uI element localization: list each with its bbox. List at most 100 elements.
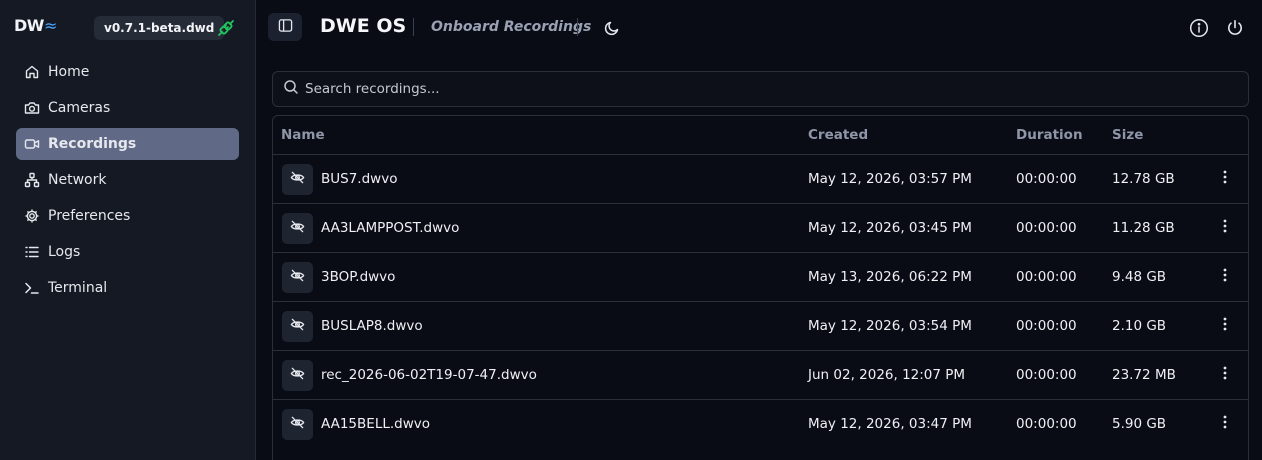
recording-size: 9.48 GB bbox=[1112, 269, 1167, 285]
recording-name: AA3LAMPPOST.dwvo bbox=[321, 220, 460, 236]
column-header-size[interactable]: Size bbox=[1112, 127, 1143, 143]
visibility-toggle-button[interactable] bbox=[282, 311, 313, 342]
visibility-toggle-button[interactable] bbox=[282, 360, 313, 391]
recording-name: rec_2026-06-02T19-07-47.dwvo bbox=[321, 367, 537, 383]
more-vertical-icon bbox=[1223, 366, 1227, 384]
more-vertical-icon bbox=[1223, 317, 1227, 335]
more-vertical-icon bbox=[1223, 170, 1227, 188]
sidebar-item-preferences[interactable]: Preferences bbox=[16, 200, 239, 232]
recording-name: 3BOP.dwvo bbox=[321, 269, 396, 285]
sidebar-item-label: Network bbox=[48, 172, 107, 188]
more-options-button[interactable] bbox=[1215, 267, 1235, 287]
recording-created: Jun 02, 2026, 12:07 PM bbox=[808, 367, 966, 383]
recording-size: 2.10 GB bbox=[1112, 318, 1167, 334]
top-header: DWE OS Onboard Recordings bbox=[256, 0, 1262, 56]
more-options-button[interactable] bbox=[1215, 169, 1235, 189]
recording-created: May 12, 2026, 03:45 PM bbox=[808, 220, 972, 236]
recording-duration: 00:00:00 bbox=[1016, 367, 1077, 383]
recording-created: May 12, 2026, 03:57 PM bbox=[808, 171, 972, 187]
page-subtitle: Onboard Recordings bbox=[431, 19, 592, 35]
eye-off-icon bbox=[290, 219, 305, 238]
more-options-button[interactable] bbox=[1215, 316, 1235, 336]
sidebar-item-label: Logs bbox=[48, 244, 81, 260]
brand-logo: DW≈ bbox=[14, 16, 57, 35]
recordings-table: Name Created Duration Size BUS7.dwvo May… bbox=[272, 115, 1249, 460]
recording-size: 12.78 GB bbox=[1112, 171, 1175, 187]
video-icon bbox=[24, 136, 40, 152]
search-icon bbox=[283, 79, 305, 99]
camera-icon bbox=[24, 100, 40, 116]
more-options-button[interactable] bbox=[1215, 218, 1235, 238]
table-header: Name Created Duration Size bbox=[273, 116, 1248, 154]
recording-duration: 00:00:00 bbox=[1016, 171, 1077, 187]
more-options-button[interactable] bbox=[1215, 365, 1235, 385]
eye-off-icon bbox=[290, 170, 305, 189]
table-row[interactable]: AA15BELL.dwvo May 12, 2026, 03:47 PM 00:… bbox=[273, 399, 1248, 448]
sidebar-item-label: Home bbox=[48, 64, 90, 80]
header-divider bbox=[413, 18, 414, 36]
plug-connected-icon[interactable] bbox=[216, 18, 236, 38]
table-row[interactable]: 3BOP.dwvo May 13, 2026, 06:22 PM 00:00:0… bbox=[273, 252, 1248, 301]
column-header-created[interactable]: Created bbox=[808, 127, 868, 143]
visibility-toggle-button[interactable] bbox=[282, 164, 313, 195]
sidebar-item-recordings[interactable]: Recordings bbox=[16, 128, 239, 160]
visibility-toggle-button[interactable] bbox=[282, 409, 313, 440]
sidebar-item-terminal[interactable]: Terminal bbox=[16, 272, 239, 304]
column-header-duration[interactable]: Duration bbox=[1016, 127, 1083, 143]
eye-off-icon bbox=[290, 317, 305, 336]
recording-duration: 00:00:00 bbox=[1016, 416, 1077, 432]
recording-name: BUS7.dwvo bbox=[321, 171, 398, 187]
eye-off-icon bbox=[290, 366, 305, 385]
recording-created: May 12, 2026, 03:54 PM bbox=[808, 318, 972, 334]
list-icon bbox=[24, 244, 40, 260]
header-divider bbox=[577, 18, 578, 36]
recording-created: May 13, 2026, 06:22 PM bbox=[808, 269, 972, 285]
version-badge: v0.7.1-beta.dwd bbox=[94, 16, 225, 40]
gear-icon bbox=[24, 208, 40, 224]
terminal-icon bbox=[24, 280, 40, 296]
more-options-button[interactable] bbox=[1215, 414, 1235, 434]
recording-size: 5.90 GB bbox=[1112, 416, 1167, 432]
recording-size: 23.72 MB bbox=[1112, 367, 1176, 383]
visibility-toggle-button[interactable] bbox=[282, 262, 313, 293]
home-icon bbox=[24, 64, 40, 80]
more-vertical-icon bbox=[1223, 219, 1227, 237]
sidebar-nav: Home Cameras Recordings Network Preferen… bbox=[16, 56, 239, 308]
recording-created: May 12, 2026, 03:47 PM bbox=[808, 416, 972, 432]
search-bar[interactable] bbox=[272, 71, 1249, 107]
info-icon[interactable] bbox=[1188, 17, 1210, 39]
more-vertical-icon bbox=[1223, 415, 1227, 433]
sidebar-item-label: Cameras bbox=[48, 100, 111, 116]
eye-off-icon bbox=[290, 415, 305, 434]
recording-duration: 00:00:00 bbox=[1016, 269, 1077, 285]
sidebar-item-home[interactable]: Home bbox=[16, 56, 239, 88]
sidebar-item-cameras[interactable]: Cameras bbox=[16, 92, 239, 124]
app-root: DW≈ v0.7.1-beta.dwd Home Cameras Recordi… bbox=[0, 0, 1262, 460]
sidebar-item-label: Preferences bbox=[48, 208, 131, 224]
sidebar-item-network[interactable]: Network bbox=[16, 164, 239, 196]
theme-toggle-moon-icon[interactable] bbox=[601, 17, 623, 39]
table-row[interactable]: AA3LAMPPOST.dwvo May 12, 2026, 03:45 PM … bbox=[273, 203, 1248, 252]
network-icon bbox=[24, 172, 40, 188]
logo-wave: ≈ bbox=[43, 16, 57, 35]
sidebar: DW≈ v0.7.1-beta.dwd Home Cameras Recordi… bbox=[0, 0, 256, 460]
recording-duration: 00:00:00 bbox=[1016, 220, 1077, 236]
recording-size: 11.28 GB bbox=[1112, 220, 1175, 236]
page-title: DWE OS bbox=[320, 15, 407, 37]
sidebar-item-label: Terminal bbox=[48, 280, 108, 296]
visibility-toggle-button[interactable] bbox=[282, 213, 313, 244]
more-vertical-icon bbox=[1223, 268, 1227, 286]
recording-name: BUSLAP8.dwvo bbox=[321, 318, 423, 334]
eye-off-icon bbox=[290, 268, 305, 287]
recording-duration: 00:00:00 bbox=[1016, 318, 1077, 334]
logo-text: DW bbox=[14, 16, 44, 35]
table-row[interactable]: rec_2026-06-02T19-07-47.dwvo Jun 02, 202… bbox=[273, 350, 1248, 399]
table-row[interactable]: BUS7.dwvo May 12, 2026, 03:57 PM 00:00:0… bbox=[273, 154, 1248, 203]
power-icon[interactable] bbox=[1224, 17, 1246, 39]
recording-name: AA15BELL.dwvo bbox=[321, 416, 431, 432]
sidebar-item-label: Recordings bbox=[48, 136, 137, 152]
search-input[interactable] bbox=[305, 81, 1205, 97]
table-row[interactable]: BUSLAP8.dwvo May 12, 2026, 03:54 PM 00:0… bbox=[273, 301, 1248, 350]
sidebar-item-logs[interactable]: Logs bbox=[16, 236, 239, 268]
column-header-name[interactable]: Name bbox=[281, 127, 325, 143]
